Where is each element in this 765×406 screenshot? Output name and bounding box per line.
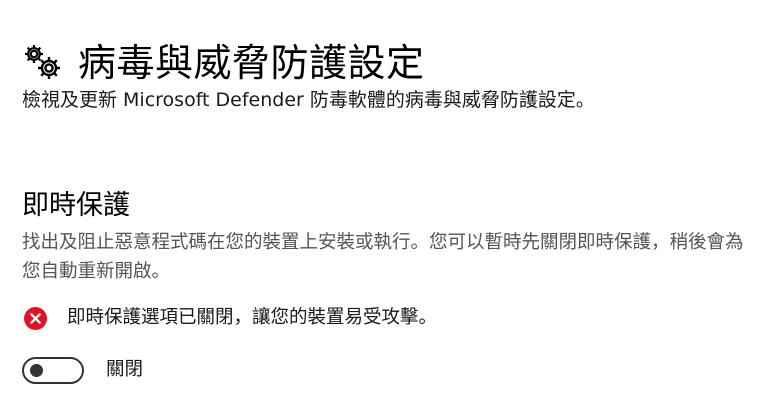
toggle-knob: [30, 363, 43, 377]
toggle-state-label: 關閉: [106, 359, 144, 380]
protection-warning: 即時保護選項已關閉，讓您的裝置易受攻擊。: [24, 303, 437, 333]
settings-page: 病毒與威脅防護設定 檢視及更新 Microsoft Defender 防毒軟體的…: [0, 0, 765, 406]
toggle-switch[interactable]: [22, 356, 84, 384]
realtime-protection-toggle[interactable]: 關閉: [22, 356, 143, 384]
realtime-protection-description: 找出及阻止惡意程式碼在您的裝置上安裝或執行。您可以暫時先關閉即時保護，稍後會為您…: [22, 232, 744, 282]
page-description: 檢視及更新 Microsoft Defender 防毒軟體的病毒與威脅防護設定。: [22, 89, 595, 111]
gear-icon: [25, 45, 60, 80]
warning-text: 即時保護選項已關閉，讓您的裝置易受攻擊。: [67, 307, 438, 328]
error-icon: [24, 306, 47, 330]
realtime-protection-title: 即時保護: [22, 190, 130, 221]
page-title: 病毒與威脅防護設定: [78, 41, 425, 86]
